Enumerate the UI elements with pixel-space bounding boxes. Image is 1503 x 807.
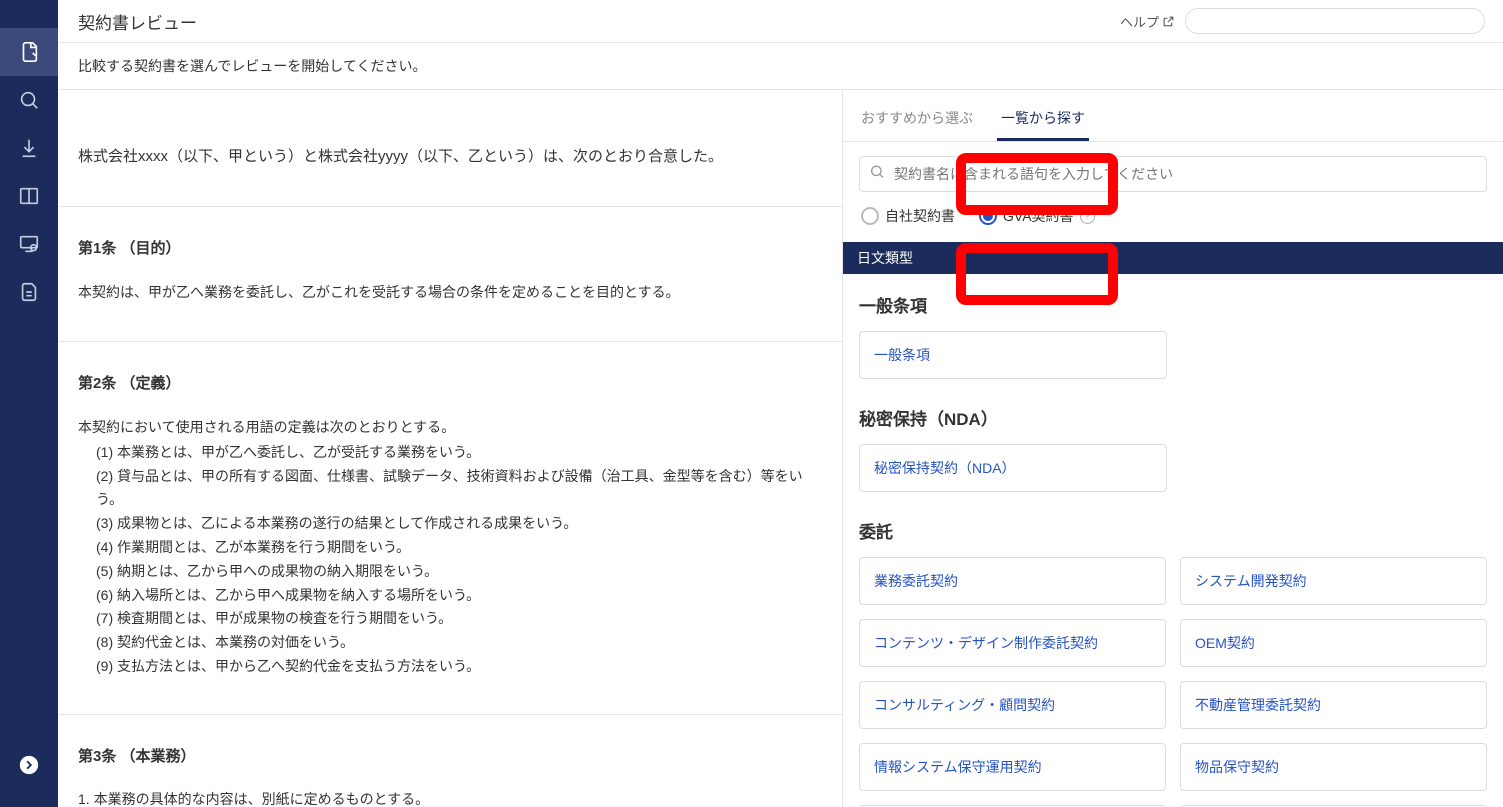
category-group: 一般条項一般条項 (859, 292, 1487, 379)
search-icon (869, 164, 885, 185)
help-label: ヘルプ (1120, 12, 1159, 31)
radio-own-contract[interactable]: 自社契約書 (861, 206, 955, 226)
radio-icon (979, 207, 997, 225)
contract-type-button[interactable]: コンサルティング・顧問契約 (859, 681, 1166, 729)
page-title: 契約書レビュー (78, 9, 197, 34)
category-title: 秘密保持（NDA） (859, 405, 1487, 430)
numbered-item: 1. 本業務の具体的な内容は、別紙に定めるものとする。 (78, 788, 822, 807)
sidebar-item-document[interactable] (0, 28, 58, 76)
split-view-icon (18, 185, 40, 207)
section-heading: 第2条 （定義） (78, 372, 822, 393)
sidebar (0, 0, 58, 807)
definition-item: (8) 契約代金とは、本業務の対価をいう。 (96, 631, 822, 655)
contract-source-radio-group: 自社契約書 GVA契約書 ? (843, 206, 1503, 242)
definition-item: (2) 貸与品とは、甲の所有する図面、仕様書、試験データ、技術資料および設備（治… (96, 465, 822, 513)
contract-type-button[interactable]: 物品保守契約 (1180, 743, 1487, 791)
document-section: 第3条 （本業務）1. 本業務の具体的な内容は、別紙に定めるものとする。2. 乙… (58, 715, 842, 807)
sidebar-item-file[interactable] (0, 268, 58, 316)
help-icon[interactable]: ? (1080, 209, 1095, 224)
file-icon (18, 281, 40, 303)
document-section: 第2条 （定義） 本契約において使用される用語の定義は次のとおりとする。(1) 本… (58, 342, 842, 715)
download-icon (18, 137, 40, 159)
contract-type-button[interactable]: 業務委託契約 (859, 557, 1166, 605)
radio-icon (861, 207, 879, 225)
document-icon (18, 41, 40, 63)
contract-type-button[interactable]: 一般条項 (859, 331, 1167, 379)
tab-list[interactable]: 一覧から探す (997, 100, 1089, 141)
monitor-icon (18, 233, 40, 255)
definition-item: (4) 作業期間とは、乙が本業務を行う期間をいう。 (96, 536, 822, 560)
definition-item: (7) 検査期間とは、甲が成果物の検査を行う期間をいう。 (96, 607, 822, 631)
document-intro: 株式会社xxxx（以下、甲という）と株式会社yyyy（以下、乙という）は、次のと… (58, 90, 842, 207)
definition-item: (5) 納期とは、乙から甲への成果物の納入期限をいう。 (96, 560, 822, 584)
section-heading: 第1条 （目的） (78, 237, 822, 258)
section-lead: 本契約において使用される用語の定義は次のとおりとする。 (78, 415, 822, 441)
contract-type-button[interactable]: 秘密保持契約（NDA） (859, 444, 1167, 492)
tabs: おすすめから選ぶ 一覧から探す (843, 90, 1503, 142)
document-panel[interactable]: 株式会社xxxx（以下、甲という）と株式会社yyyy（以下、乙という）は、次のと… (58, 90, 843, 807)
category-band: 日文類型 (843, 242, 1503, 274)
contract-type-button[interactable]: システム開発契約 (1180, 557, 1487, 605)
definition-item: (1) 本業務とは、甲が乙へ委託し、乙が受託する業務をいう。 (96, 441, 822, 465)
radio-gva-label: GVA契約書 (1003, 206, 1074, 226)
sidebar-item-monitor[interactable] (0, 220, 58, 268)
section-heading: 第3条 （本業務） (78, 745, 822, 766)
category-title: 一般条項 (859, 292, 1487, 317)
contract-type-button[interactable]: 情報システム保守運用契約 (859, 743, 1166, 791)
radio-gva-contract[interactable]: GVA契約書 ? (979, 206, 1095, 226)
sidebar-item-download[interactable] (0, 124, 58, 172)
definition-item: (3) 成果物とは、乙による本業務の遂行の結果として作成される成果をいう。 (96, 512, 822, 536)
help-link[interactable]: ヘルプ (1120, 12, 1175, 31)
chevron-right-circle-icon (18, 754, 40, 776)
category-group: 秘密保持（NDA） 秘密保持契約（NDA） (859, 405, 1487, 492)
section-text: 本契約は、甲が乙へ業務を委託し、乙がこれを受託する場合の条件を定めることを目的と… (78, 280, 822, 306)
sidebar-item-compare[interactable] (0, 172, 58, 220)
category-group: 委託業務委託契約システム開発契約コンテンツ・デザイン制作委託契約 OEM契約コンサ… (859, 518, 1487, 807)
sidebar-item-expand[interactable] (0, 741, 58, 789)
contract-type-button[interactable]: 不動産管理委託契約 (1180, 681, 1487, 729)
radio-own-label: 自社契約書 (885, 206, 955, 226)
tab-recommended[interactable]: おすすめから選ぶ (857, 100, 977, 141)
subtitle-bar: 比較する契約書を選んでレビューを開始してください。 (58, 42, 1503, 90)
contract-search-input[interactable] (859, 156, 1487, 192)
definition-item: (6) 納入場所とは、乙から甲へ成果物を納入する場所をいう。 (96, 584, 822, 608)
search-icon (18, 89, 40, 111)
right-panel: おすすめから選ぶ 一覧から探す 自社契約書 (843, 90, 1503, 807)
category-scroll[interactable]: 一般条項一般条項秘密保持（NDA）秘密保持契約（NDA）委託業務委託契約システム… (843, 274, 1503, 807)
topbar: 契約書レビュー ヘルプ (58, 0, 1503, 42)
contract-type-button[interactable]: コンテンツ・デザイン制作委託契約 (859, 619, 1166, 667)
sidebar-item-search[interactable] (0, 76, 58, 124)
document-section: 第1条 （目的） 本契約は、甲が乙へ業務を委託し、乙がこれを受託する場合の条件を定… (58, 207, 842, 342)
contract-type-button[interactable]: OEM契約 (1180, 619, 1487, 667)
definition-item: (9) 支払方法とは、甲から乙へ契約代金を支払う方法をいう。 (96, 655, 822, 679)
external-link-icon (1162, 15, 1175, 28)
category-title: 委託 (859, 518, 1487, 543)
top-search-input[interactable] (1185, 8, 1485, 34)
